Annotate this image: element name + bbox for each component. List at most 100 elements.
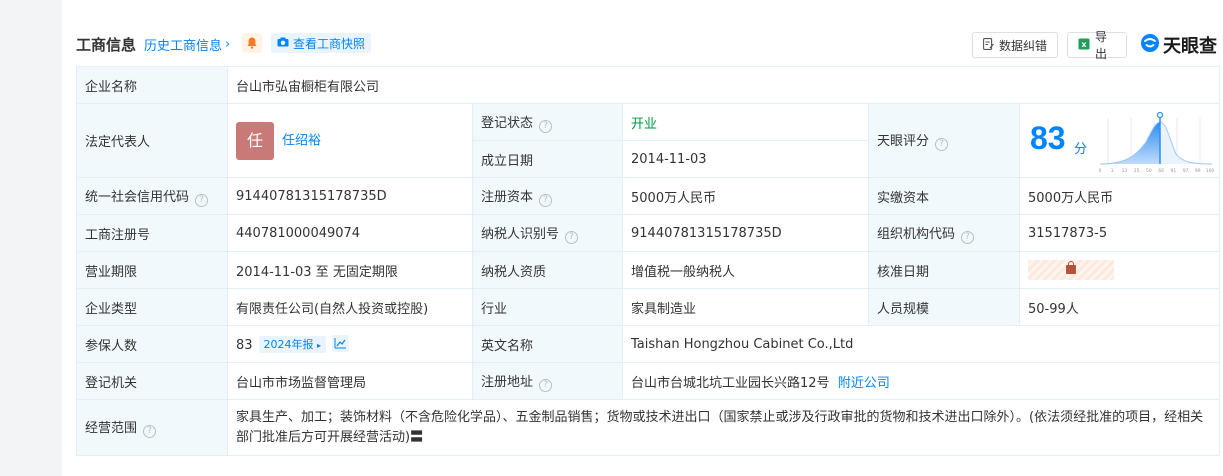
table-row: 登记机关 台山市市场监督管理局 注册地址? 台山市台城北坑工业园长兴路12号 附… bbox=[76, 362, 1221, 400]
table-row: 统一社会信用代码? 91440781315178735D 注册资本? 5000万… bbox=[76, 177, 1221, 215]
business-info-panel: 工商信息 历史工商信息 › 查看工商快照 数据纠错 x 导出 天眼查 企业名称 … bbox=[62, 0, 1223, 476]
credit-code-label: 统一社会信用代码? bbox=[76, 177, 228, 215]
locked-value[interactable] bbox=[1028, 260, 1114, 280]
reg-status-label: 登记状态? bbox=[472, 103, 623, 141]
biz-scope-label-text: 经营范围 bbox=[85, 421, 138, 436]
approval-date-cell bbox=[1018, 251, 1221, 289]
staff-size-value: 50-99人 bbox=[1018, 288, 1221, 326]
annual-report-tag[interactable]: 2024年报 ▸ bbox=[258, 336, 327, 353]
score-axis-label: 97 bbox=[1183, 168, 1189, 174]
company-type-value: 有限责任公司(自然人投资或控股) bbox=[227, 288, 473, 326]
reg-authority-value: 台山市市场监督管理局 bbox=[227, 362, 473, 400]
taxpayer-qual-value: 增值税一般纳税人 bbox=[622, 251, 869, 289]
score-axis-label: 66 bbox=[1158, 168, 1164, 174]
reg-address-value: 台山市台城北坑工业园长兴路12号 bbox=[631, 375, 830, 391]
table-row: 经营范围? 家具生产、加工；装饰材料（不含危险化学品）、五金制品销售；货物或技术… bbox=[76, 399, 1221, 456]
reg-capital-label: 注册资本? bbox=[472, 177, 623, 215]
data-correction-button[interactable]: 数据纠错 bbox=[972, 32, 1058, 58]
help-icon[interactable]: ? bbox=[539, 193, 553, 207]
export-label: 导出 bbox=[1095, 30, 1108, 61]
reg-address-label: 注册地址? bbox=[472, 362, 623, 400]
org-code-value: 31517873-5 bbox=[1018, 214, 1221, 252]
insured-label: 参保人数 bbox=[76, 325, 228, 363]
correction-label: 数据纠错 bbox=[999, 38, 1048, 53]
svg-text:x: x bbox=[1081, 40, 1087, 49]
expand-icon[interactable]: 〓 bbox=[410, 430, 423, 445]
biz-scope-label: 经营范围? bbox=[76, 399, 228, 456]
logo-text: 天眼查 bbox=[1163, 36, 1217, 56]
table-row: 参保人数 83 2024年报 ▸ 英文名称 Taishan Hongzhou Ca… bbox=[76, 325, 1221, 363]
bell-icon[interactable] bbox=[242, 33, 262, 53]
score-unit: 分 bbox=[1074, 142, 1088, 157]
biz-term-label: 营业期限 bbox=[76, 251, 228, 289]
help-icon[interactable]: ? bbox=[961, 230, 975, 244]
biz-term-value: 2014-11-03 至 无固定期限 bbox=[227, 251, 473, 289]
paid-capital-value: 5000万人民币 bbox=[1018, 177, 1221, 215]
section-title: 工商信息 bbox=[76, 36, 137, 54]
score-axis-label: 1 bbox=[1111, 168, 1114, 174]
reg-address-label-text: 注册地址 bbox=[481, 374, 534, 390]
score-number: 83 bbox=[1030, 120, 1066, 156]
taxpayer-id-label: 纳税人识别号? bbox=[472, 214, 623, 252]
company-name-label: 企业名称 bbox=[76, 66, 228, 104]
legal-rep-link[interactable]: 任绍裕 bbox=[282, 133, 321, 148]
table-row: 企业类型 有限责任公司(自然人投资或控股) 行业 家具制造业 人员规模 50-9… bbox=[76, 288, 1221, 326]
nearby-companies-link[interactable]: 附近公司 bbox=[838, 376, 890, 391]
view-snapshot-button[interactable]: 查看工商快照 bbox=[271, 33, 372, 53]
paid-capital-label: 实缴资本 bbox=[868, 177, 1020, 215]
insured-value: 83 bbox=[236, 338, 253, 353]
credit-code-label-text: 统一社会信用代码 bbox=[85, 189, 190, 205]
taxpayer-qual-label: 纳税人资质 bbox=[472, 251, 623, 289]
score-label: 天眼评分? bbox=[868, 103, 1020, 178]
score-axis-label: 0 bbox=[1099, 168, 1102, 174]
company-type-label: 企业类型 bbox=[76, 288, 228, 326]
org-code-label: 组织机构代码? bbox=[868, 214, 1020, 252]
founded-value: 2014-11-03 bbox=[622, 140, 869, 178]
reg-status-value: 开业 bbox=[622, 103, 869, 141]
reg-status-label-text: 登记状态 bbox=[481, 115, 534, 131]
help-icon[interactable]: ? bbox=[539, 119, 553, 133]
approval-date-label: 核准日期 bbox=[868, 251, 1020, 289]
legal-rep-cell: 任任绍裕 bbox=[227, 103, 473, 178]
export-button[interactable]: x 导出 bbox=[1067, 30, 1127, 61]
help-icon[interactable]: ? bbox=[565, 230, 579, 244]
biz-scope-cell: 家具生产、加工；装饰材料（不含危险化学品）、五金制品销售；货物或技术进出口（国家… bbox=[226, 399, 1221, 456]
history-link-label: 历史工商信息 bbox=[144, 39, 223, 54]
tianyancha-logo: 天眼查 bbox=[1140, 32, 1217, 58]
biz-scope-value: 家具生产、加工；装饰材料（不含危险化学品）、五金制品销售；货物或技术进出口（国家… bbox=[236, 409, 1204, 445]
score-axis-label: 50 bbox=[1146, 168, 1152, 174]
score-cell[interactable]: 83 分 0 1 13 25 50 66 91 97 99 100 bbox=[1018, 103, 1221, 178]
founded-label: 成立日期 bbox=[472, 140, 623, 178]
help-icon[interactable]: ? bbox=[143, 425, 157, 438]
lock-icon bbox=[1066, 261, 1076, 274]
score-label-text: 天眼评分 bbox=[877, 134, 930, 149]
help-icon[interactable]: ? bbox=[935, 138, 949, 151]
taxpayer-id-label-text: 纳税人识别号 bbox=[481, 226, 560, 242]
reg-authority-label: 登记机关 bbox=[76, 362, 228, 400]
logo-mark-icon bbox=[1140, 33, 1160, 58]
trend-chart-icon[interactable] bbox=[332, 335, 350, 352]
english-name-value: Taishan Hongzhou Cabinet Co.,Ltd bbox=[621, 325, 1221, 363]
table-row: 法定代表人 任任绍裕 登记状态? 开业 天眼评分? 83 分 0 1 13 25… bbox=[76, 103, 1221, 178]
score-distribution-curve: 0 1 13 25 50 66 91 97 99 100 bbox=[1099, 111, 1214, 174]
insured-cell: 83 2024年报 ▸ bbox=[227, 325, 473, 363]
caret-right-icon: ▸ bbox=[317, 341, 322, 350]
business-info-table: 企业名称 台山市弘宙橱柜有限公司 法定代表人 任任绍裕 登记状态? 开业 天眼评… bbox=[76, 66, 1221, 456]
company-name-value: 台山市弘宙橱柜有限公司 bbox=[226, 66, 1221, 104]
table-row: 企业名称 台山市弘宙橱柜有限公司 bbox=[76, 66, 1221, 104]
table-row: 营业期限 2014-11-03 至 无固定期限 纳税人资质 增值税一般纳税人 核… bbox=[76, 251, 1221, 289]
chevron-right-icon: › bbox=[225, 37, 231, 52]
staff-size-label: 人员规模 bbox=[868, 288, 1020, 326]
legal-rep-label: 法定代表人 bbox=[76, 103, 228, 178]
help-icon[interactable]: ? bbox=[539, 378, 553, 392]
help-icon[interactable]: ? bbox=[195, 193, 209, 207]
section-header: 工商信息 历史工商信息 › 查看工商快照 数据纠错 x 导出 天眼查 bbox=[62, 0, 1223, 66]
taxpayer-id-value: 91440781315178735D bbox=[622, 214, 869, 252]
score-widget[interactable]: 83 分 0 1 13 25 50 66 91 97 99 100 bbox=[1020, 104, 1219, 177]
annual-report-label: 2024年报 bbox=[263, 338, 314, 351]
excel-icon: x bbox=[1078, 38, 1090, 53]
reg-address-cell: 台山市台城北坑工业园长兴路12号 附近公司 bbox=[621, 362, 1221, 400]
biz-reg-no-label: 工商注册号 bbox=[76, 214, 228, 252]
avatar: 任 bbox=[236, 121, 274, 160]
history-business-info-link[interactable]: 历史工商信息 › bbox=[144, 35, 230, 54]
